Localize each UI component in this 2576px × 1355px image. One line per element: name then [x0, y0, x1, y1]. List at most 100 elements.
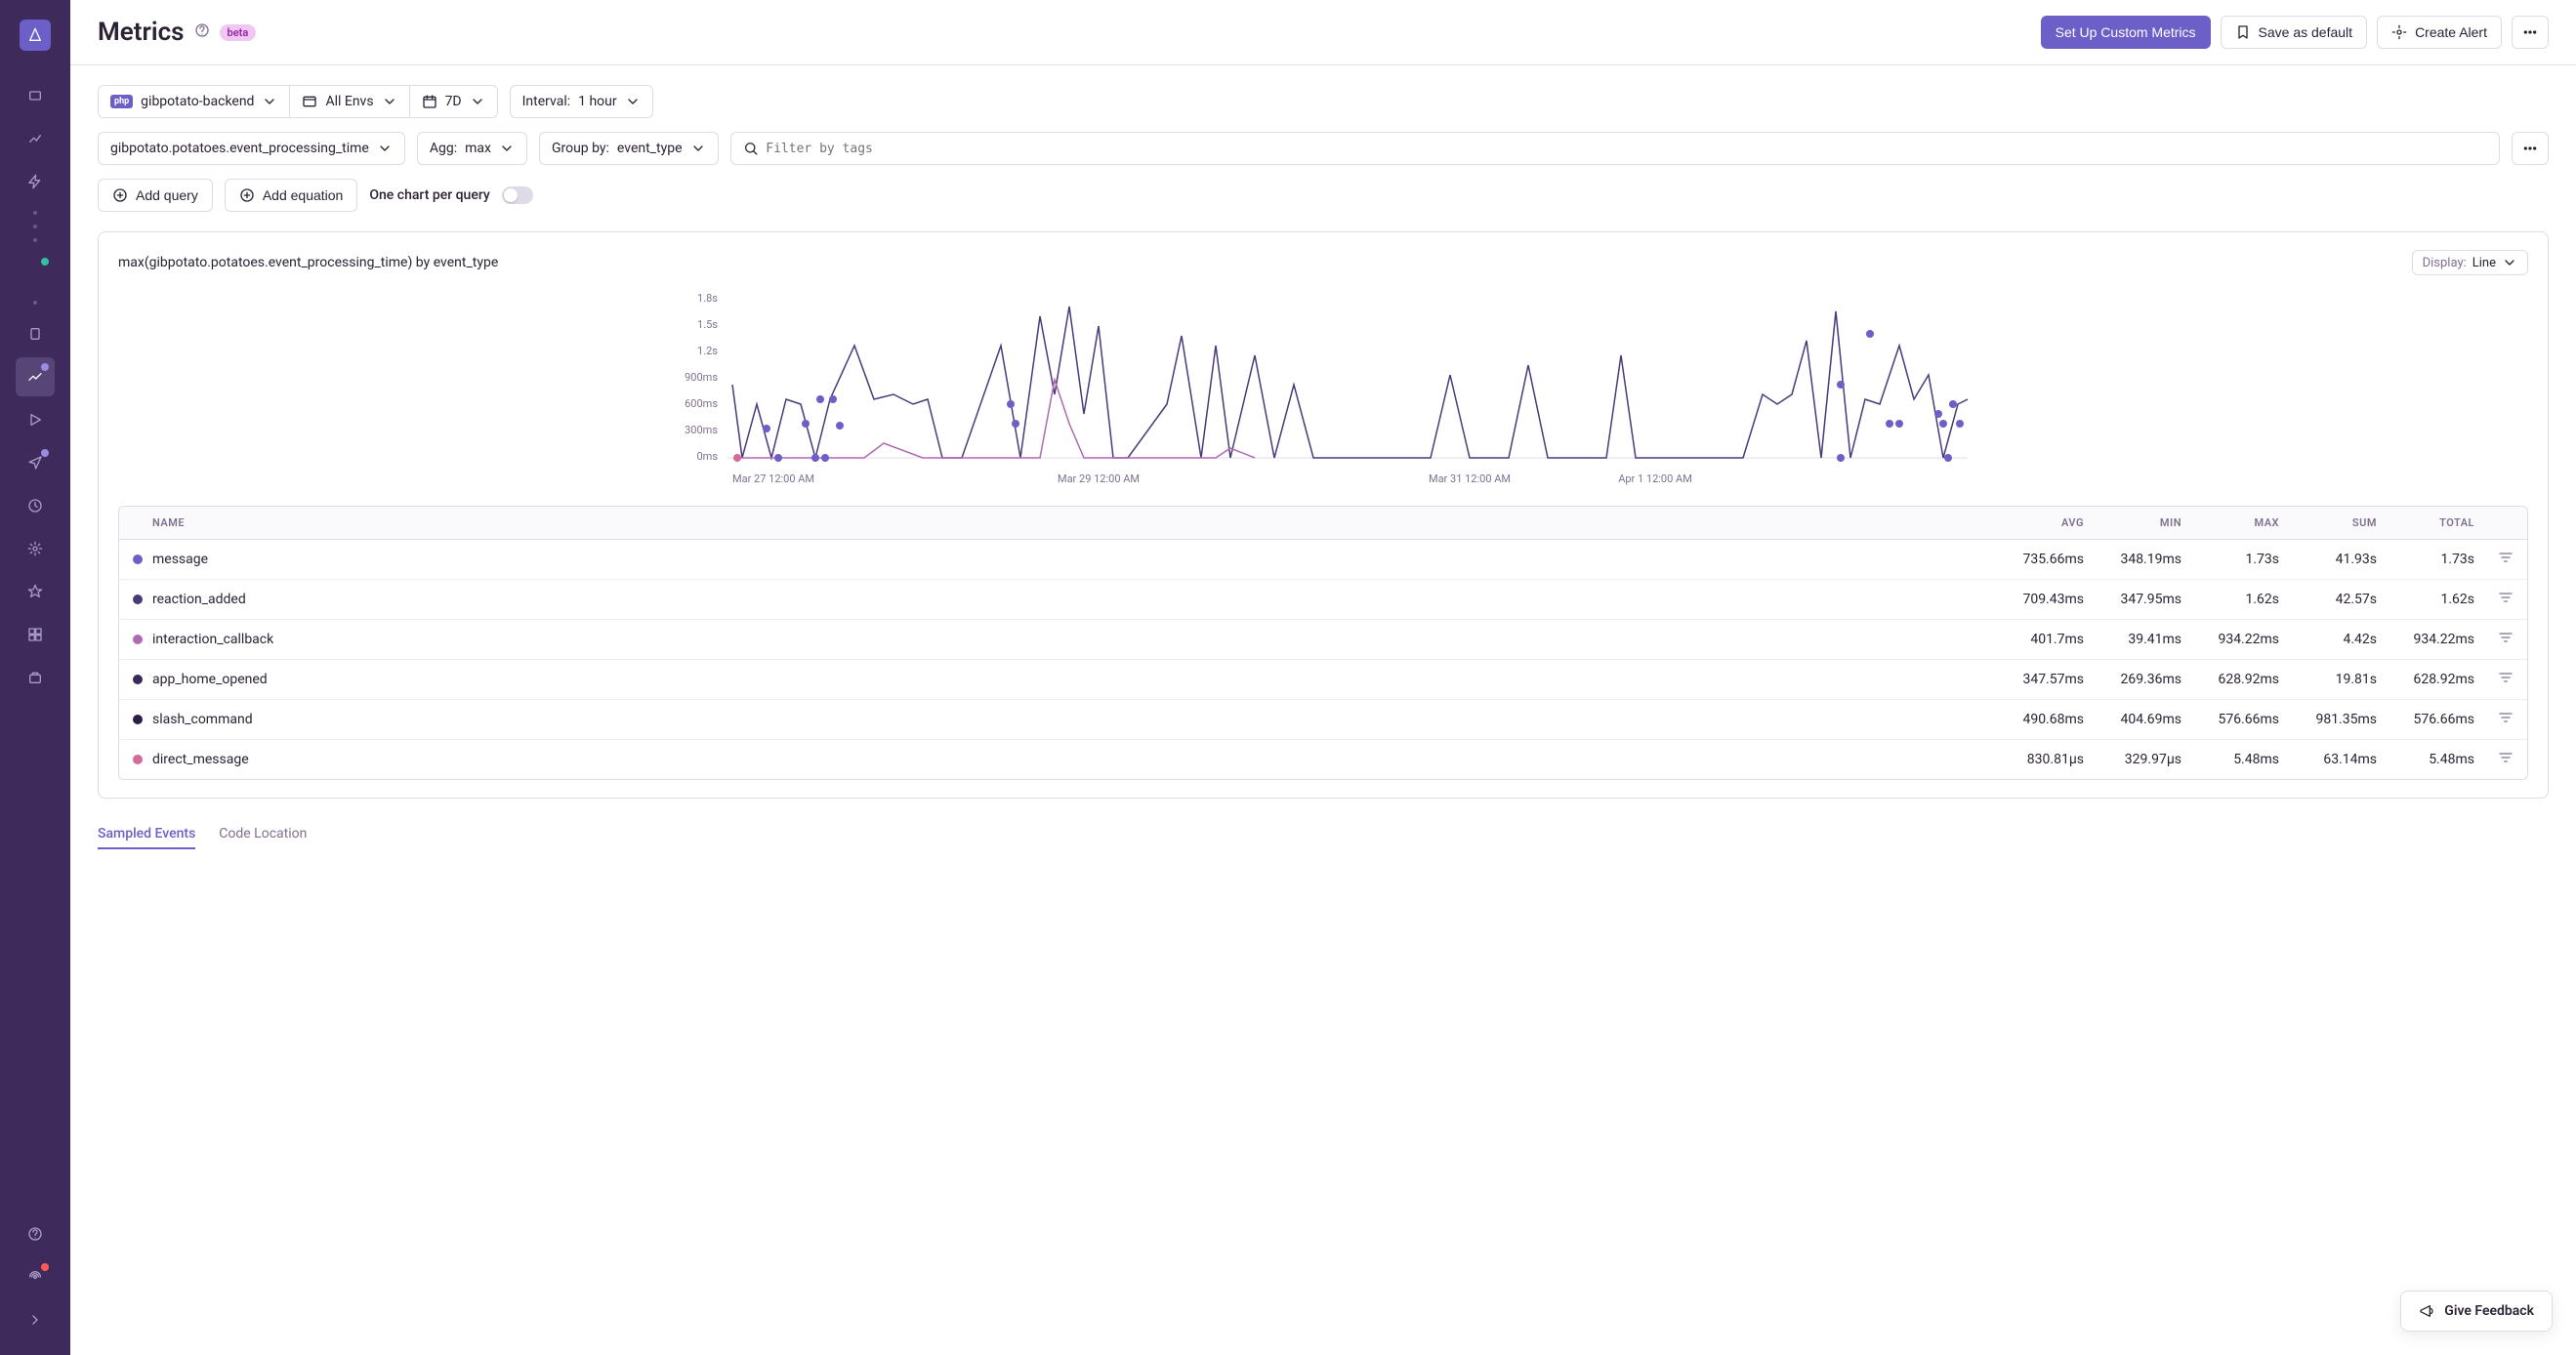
ellipsis-icon	[2522, 24, 2538, 40]
add-equation-button[interactable]: Add equation	[225, 179, 358, 212]
nav-metrics[interactable]	[16, 357, 55, 396]
cell-min: 269.36ms	[2084, 672, 2181, 687]
row-filter-button[interactable]	[2474, 550, 2514, 569]
add-query-button[interactable]: Add query	[98, 179, 213, 212]
cell-total: 934.22ms	[2377, 632, 2474, 647]
cell-avg: 490.68ms	[1986, 712, 2084, 727]
table-row: reaction_added 709.43ms 347.95ms 1.62s 4…	[119, 580, 2527, 620]
cell-sum: 63.14ms	[2279, 752, 2377, 767]
nav-collapse[interactable]	[16, 1300, 55, 1339]
svg-text:Mar 29 12:00 AM: Mar 29 12:00 AM	[1058, 472, 1140, 485]
more-actions-button[interactable]	[2512, 16, 2549, 49]
page-header: Metrics beta Set Up Custom Metrics Save …	[70, 0, 2576, 65]
bottom-tabs: Sampled Events Code Location	[98, 826, 2549, 849]
nav-profiling[interactable]	[16, 314, 55, 353]
row-filter-button[interactable]	[2474, 590, 2514, 609]
series-name: direct_message	[152, 752, 249, 767]
table-row: slash_command 490.68ms 404.69ms 576.66ms…	[119, 700, 2527, 740]
tab-sampled-events[interactable]: Sampled Events	[98, 826, 195, 849]
svg-text:900ms: 900ms	[685, 371, 718, 384]
series-name: message	[152, 552, 208, 567]
cell-min: 404.69ms	[2084, 712, 2181, 727]
nav-help[interactable]	[16, 1214, 55, 1253]
tag-filter-input[interactable]	[730, 132, 2501, 165]
plus-circle-icon	[112, 187, 128, 203]
sentry-logo[interactable]	[20, 20, 51, 51]
chart-card: max(gibpotato.potatoes.event_processing_…	[98, 231, 2549, 799]
svg-text:300ms: 300ms	[685, 424, 718, 436]
php-icon: php	[110, 95, 133, 108]
row-filter-button[interactable]	[2474, 670, 2514, 689]
setup-custom-metrics-button[interactable]: Set Up Custom Metrics	[2041, 16, 2211, 49]
nav-crons[interactable]	[16, 443, 55, 482]
table-row: interaction_callback 401.7ms 39.41ms 934…	[119, 620, 2527, 660]
series-name: interaction_callback	[152, 632, 273, 647]
nav-item-a[interactable]	[16, 252, 55, 291]
nav-replays[interactable]	[16, 400, 55, 439]
nav-alerts[interactable]	[16, 529, 55, 568]
cell-min: 348.19ms	[2084, 552, 2181, 567]
chevron-down-icon	[625, 94, 641, 109]
nav-dashboards[interactable]	[16, 615, 55, 654]
nav-activity[interactable]	[16, 486, 55, 525]
svg-text:1.5s: 1.5s	[697, 318, 718, 331]
page-title: Metrics	[98, 18, 185, 47]
cell-sum: 981.35ms	[2279, 712, 2377, 727]
svg-text:Apr 1 12:00 AM: Apr 1 12:00 AM	[1618, 472, 1692, 485]
give-feedback-button[interactable]: Give Feedback	[2400, 1291, 2553, 1332]
save-default-button[interactable]: Save as default	[2221, 16, 2368, 49]
chevron-down-icon	[382, 94, 397, 109]
row-filter-button[interactable]	[2474, 630, 2514, 649]
chart-series	[732, 307, 1968, 462]
cell-sum: 42.57s	[2279, 592, 2377, 607]
svg-text:1.2s: 1.2s	[697, 345, 718, 357]
bookmark-icon	[2235, 24, 2251, 40]
series-color-dot	[133, 755, 143, 764]
svg-text:Mar 27 12:00 AM: Mar 27 12:00 AM	[732, 472, 814, 485]
help-icon[interactable]	[194, 22, 210, 42]
cell-max: 1.73s	[2181, 552, 2279, 567]
calendar-icon	[422, 94, 437, 109]
chevron-down-icon	[690, 141, 706, 156]
create-alert-button[interactable]: Create Alert	[2377, 16, 2502, 49]
metric-selector[interactable]: gibpotato.potatoes.event_processing_time	[98, 132, 405, 165]
nav-issues[interactable]	[16, 119, 55, 158]
interval-selector[interactable]: Interval:1 hour	[510, 85, 653, 118]
metrics-chart[interactable]: 1.8s 1.5s 1.2s 900ms 600ms 300ms 0ms	[118, 287, 2528, 502]
one-chart-toggle[interactable]	[502, 186, 533, 204]
x-axis: Mar 27 12:00 AM Mar 29 12:00 AM Mar 31 1…	[732, 472, 1692, 485]
nav-projects[interactable]	[16, 76, 55, 115]
nav-broadcast[interactable]	[16, 1257, 55, 1296]
nav-performance[interactable]	[16, 162, 55, 201]
table-row: app_home_opened 347.57ms 269.36ms 628.92…	[119, 660, 2527, 700]
display-selector[interactable]: Display:Line	[2412, 250, 2528, 275]
nav-separator	[33, 301, 37, 305]
nav-separator	[33, 211, 37, 242]
cell-avg: 709.43ms	[1986, 592, 2084, 607]
beta-badge: beta	[220, 24, 257, 41]
cell-total: 628.92ms	[2377, 672, 2474, 687]
cell-sum: 19.81s	[2279, 672, 2377, 687]
env-selector[interactable]: All Envs	[290, 86, 409, 117]
chevron-down-icon	[377, 141, 393, 156]
tab-code-location[interactable]: Code Location	[219, 826, 307, 849]
row-filter-button[interactable]	[2474, 750, 2514, 769]
range-selector[interactable]: 7D	[410, 86, 497, 117]
groupby-selector[interactable]: Group by:event_type	[539, 132, 719, 165]
series-color-dot	[133, 595, 143, 604]
cell-min: 39.41ms	[2084, 632, 2181, 647]
siren-icon	[2391, 24, 2407, 40]
series-name: app_home_opened	[152, 672, 268, 687]
cell-avg: 830.81µs	[1986, 752, 2084, 767]
series-name: slash_command	[152, 712, 253, 727]
row-filter-button[interactable]	[2474, 710, 2514, 729]
project-selector[interactable]: phpgibpotato-backend	[99, 86, 290, 117]
query-actions-button[interactable]	[2512, 132, 2549, 165]
nav-releases[interactable]	[16, 572, 55, 611]
cell-min: 329.97µs	[2084, 752, 2181, 767]
agg-selector[interactable]: Agg:max	[417, 132, 527, 165]
svg-text:Mar 31 12:00 AM: Mar 31 12:00 AM	[1429, 472, 1511, 485]
svg-text:600ms: 600ms	[685, 397, 718, 410]
cell-avg: 401.7ms	[1986, 632, 2084, 647]
nav-stats[interactable]	[16, 658, 55, 697]
